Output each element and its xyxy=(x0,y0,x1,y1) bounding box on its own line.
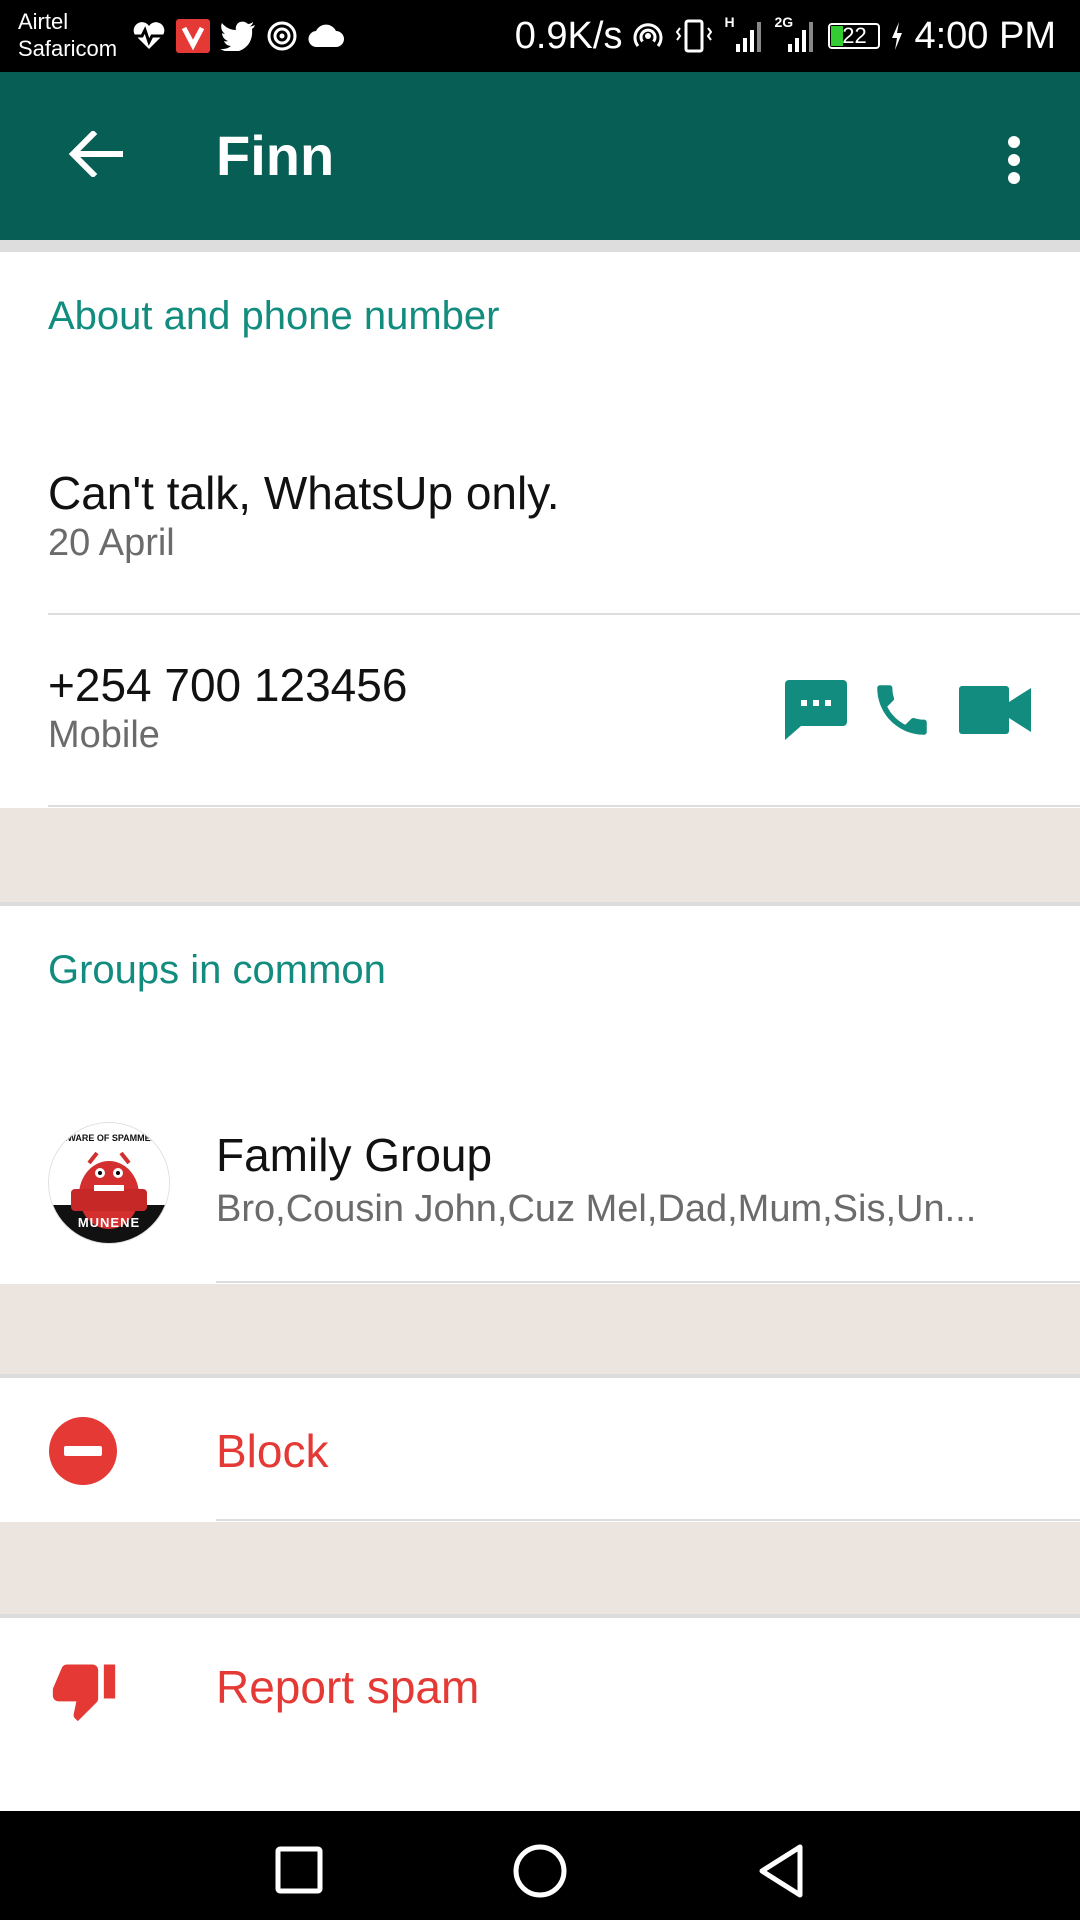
charging-icon xyxy=(892,22,903,50)
carrier-name: Airtel Safaricom xyxy=(18,8,117,62)
about-status-text: Can't talk, WhatsUp only. xyxy=(48,467,560,519)
more-vert-icon xyxy=(1008,136,1020,184)
report-spam-row[interactable]: Report spam xyxy=(0,1618,1080,1778)
app-bar: Finn xyxy=(0,72,1080,240)
section-separator xyxy=(0,1522,1080,1616)
phone-icon xyxy=(877,685,927,735)
home-button[interactable] xyxy=(508,1839,572,1903)
block-row[interactable]: Block xyxy=(0,1378,1080,1520)
report-spam-label: Report spam xyxy=(216,1661,480,1713)
vidmate-icon xyxy=(176,19,210,53)
phone-number: +254 700 123456 xyxy=(48,659,408,711)
message-button[interactable] xyxy=(780,674,852,746)
phone-number-row[interactable]: +254 700 123456 Mobile xyxy=(0,616,1080,806)
twitter-icon xyxy=(220,21,255,51)
section-separator xyxy=(0,1284,1080,1376)
about-section-header: About and phone number xyxy=(48,294,500,338)
signal-bars-icon xyxy=(736,22,762,52)
about-status-row[interactable]: Can't talk, WhatsUp only. 20 April xyxy=(0,440,1080,610)
health-icon xyxy=(133,22,165,49)
signal-2: 2G xyxy=(774,14,818,54)
contact-name: Finn xyxy=(216,124,335,187)
group-avatar: BEWARE OF SPAMMERS MUNENE xyxy=(48,1122,170,1244)
block-label: Block xyxy=(216,1425,329,1477)
divider xyxy=(48,805,1080,807)
status-bar: Airtel Safaricom 0.9K/s H 2G 22 4:00 PM xyxy=(0,0,1080,72)
video-icon xyxy=(959,686,1031,734)
vibrate-icon xyxy=(676,19,713,53)
carrier-line-1: Airtel xyxy=(18,9,69,34)
hotspot-icon xyxy=(633,23,663,47)
notification-icons xyxy=(132,16,344,56)
voice-call-button[interactable] xyxy=(866,674,938,746)
battery-percent: 22 xyxy=(842,23,867,48)
groups-section-header: Groups in common xyxy=(48,948,386,992)
clock: 4:00 PM xyxy=(914,14,1056,57)
group-name: Family Group xyxy=(216,1129,493,1181)
circle-icon xyxy=(513,1844,567,1898)
square-icon xyxy=(275,1846,323,1894)
hotspot-icon xyxy=(267,21,297,51)
phone-type: Mobile xyxy=(48,714,160,756)
recents-button[interactable] xyxy=(270,1841,330,1901)
divider xyxy=(48,613,1080,615)
more-options-button[interactable] xyxy=(990,120,1038,200)
divider xyxy=(216,1281,1080,1283)
navigation-bar xyxy=(0,1811,1080,1920)
signal-1: H xyxy=(724,14,764,54)
back-button[interactable] xyxy=(56,114,136,194)
avatar-top-text: BEWARE OF SPAMMERS xyxy=(54,1133,164,1143)
avatar-bottom-text: MUNENE xyxy=(77,1215,141,1230)
message-icon xyxy=(785,680,847,740)
group-members: Bro,Cousin John,Cuz Mel,Dad,Mum,Sis,Un..… xyxy=(216,1188,977,1230)
triangle-back-icon xyxy=(759,1844,803,1898)
cloud-icon xyxy=(308,24,344,48)
app-bar-shadow xyxy=(0,240,1080,252)
divider xyxy=(216,1519,1080,1521)
battery-indicator: 22 xyxy=(828,23,881,49)
block-icon xyxy=(48,1416,118,1486)
video-call-button[interactable] xyxy=(954,674,1036,746)
arrow-left-icon xyxy=(69,131,123,177)
section-separator-line xyxy=(0,902,1080,906)
about-status-date: 20 April xyxy=(48,522,175,564)
section-separator xyxy=(0,808,1080,904)
net-speed: 0.9K/s xyxy=(514,14,623,57)
back-nav-button[interactable] xyxy=(748,1839,812,1903)
status-indicators: 0.9K/s H 2G 22 4:00 PM xyxy=(515,12,1056,60)
group-list-item[interactable]: BEWARE OF SPAMMERS MUNENE Family Group B… xyxy=(0,1100,1080,1282)
thumb-down-icon xyxy=(48,1656,120,1724)
signal-bars-icon xyxy=(788,22,814,52)
carrier-line-2: Safaricom xyxy=(18,36,118,61)
